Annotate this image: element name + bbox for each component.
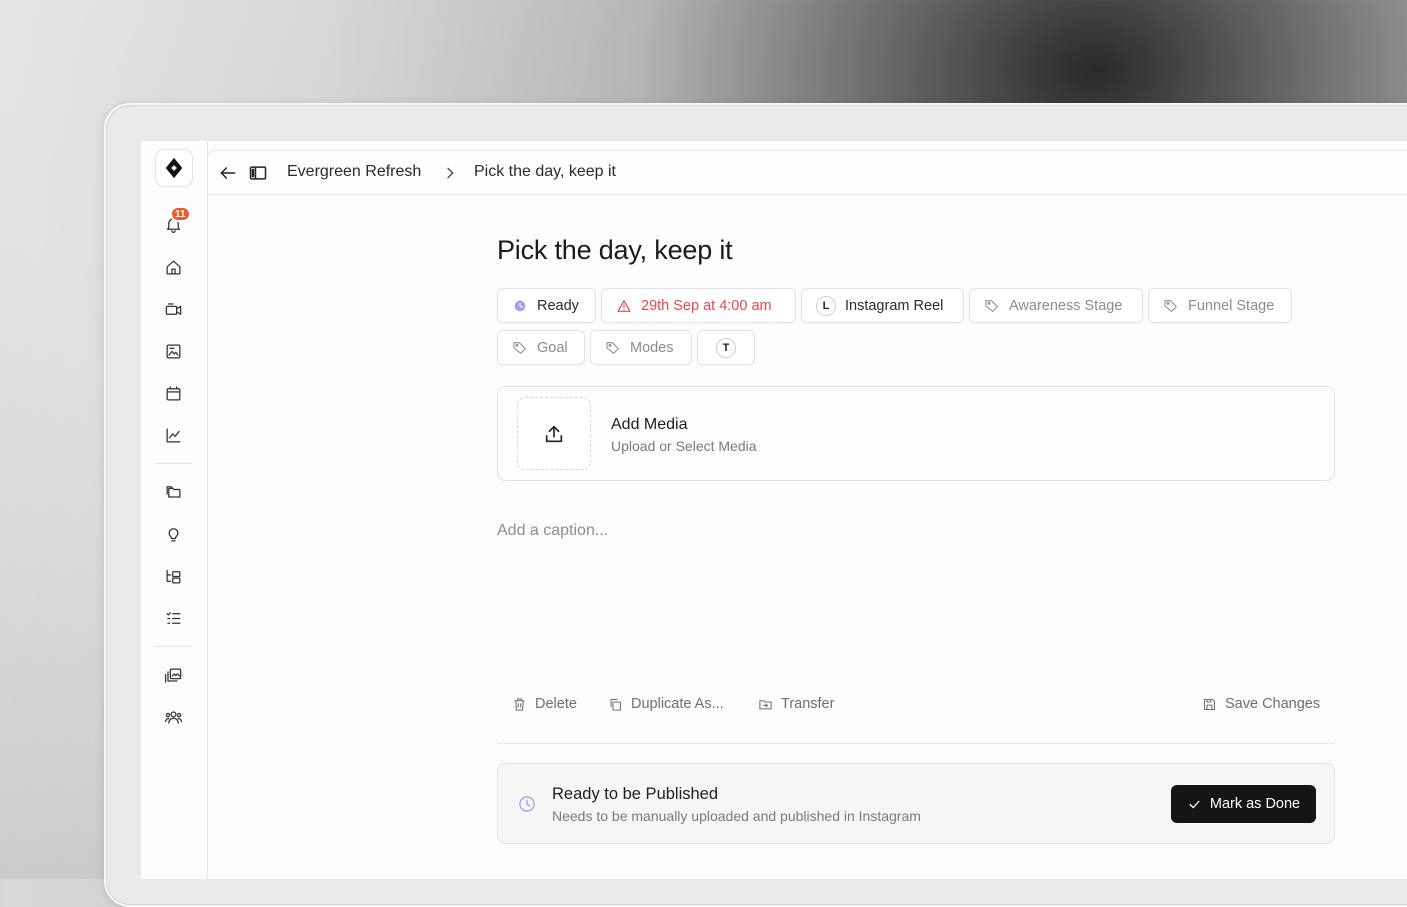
mark-as-done-button[interactable]: Mark as Done [1171, 785, 1316, 823]
notification-badge: 11 [170, 206, 191, 222]
status-chip[interactable]: Ready [497, 288, 596, 323]
schedule-chip-label: 29th Sep at 4:00 am [641, 297, 772, 314]
breadcrumb-parent[interactable]: Evergreen Refresh [287, 163, 421, 181]
awareness-stage-chip[interactable]: Awareness Stage [969, 288, 1143, 323]
app-window: 11 Evergreen Refresh Pick the day, keep … [141, 141, 1407, 879]
status-title: Ready to be Published [552, 785, 719, 803]
tag-icon [1164, 299, 1177, 312]
lightbulb-icon[interactable] [161, 522, 185, 546]
tag-icon [513, 341, 526, 354]
clock-icon [519, 796, 535, 812]
save-icon [1203, 698, 1216, 710]
tag-icon [606, 341, 619, 354]
funnel-stage-label: Funnel Stage [1188, 297, 1275, 314]
transfer-label: Transfer [781, 696, 835, 712]
sidebar-divider [155, 463, 192, 464]
sidebar-panel-icon[interactable] [248, 163, 268, 183]
add-media-title: Add Media [611, 416, 688, 433]
platform-chip[interactable]: L Instagram Reel [801, 288, 964, 323]
analytics-icon[interactable] [161, 423, 185, 447]
add-media-subtitle: Upload or Select Media [611, 438, 757, 454]
trash-icon [514, 697, 525, 711]
modes-chip-label: Modes [630, 339, 674, 356]
actions-divider [497, 743, 1335, 744]
extra-chip-avatar: T [716, 337, 736, 358]
warning-icon [617, 299, 631, 312]
funnel-stage-chip[interactable]: Funnel Stage [1148, 288, 1292, 323]
upload-button[interactable] [517, 397, 591, 470]
home-icon[interactable] [161, 255, 185, 279]
extra-chip[interactable]: T [697, 330, 755, 365]
breadcrumb-bar: Evergreen Refresh Pick the day, keep it [207, 150, 1407, 195]
team-icon[interactable] [161, 705, 185, 729]
add-media-card[interactable]: Add Media Upload or Select Media [497, 386, 1335, 481]
modes-chip[interactable]: Modes [590, 330, 692, 365]
save-changes-label: Save Changes [1225, 696, 1321, 712]
logo-button[interactable] [155, 149, 193, 187]
calendar-icon[interactable] [161, 381, 185, 405]
mark-as-done-label: Mark as Done [1209, 796, 1301, 812]
delete-label: Delete [535, 696, 577, 712]
tag-icon [985, 299, 998, 312]
goal-chip[interactable]: Goal [497, 330, 585, 365]
gallery-icon[interactable] [161, 663, 185, 687]
sidebar-divider [155, 646, 192, 647]
platform-chip-label: Instagram Reel [845, 297, 944, 314]
transfer-button[interactable]: Transfer [758, 696, 834, 712]
logo-icon [165, 157, 183, 179]
chevron-right-icon [447, 167, 454, 179]
arrow-left-icon[interactable] [218, 163, 238, 183]
awareness-stage-label: Awareness Stage [1009, 297, 1123, 314]
copy-icon [610, 698, 622, 711]
duplicate-label: Duplicate As... [631, 696, 724, 712]
status-chip-label: Ready [537, 297, 579, 314]
schedule-chip[interactable]: 29th Sep at 4:00 am [601, 288, 796, 323]
goal-chip-label: Goal [537, 339, 568, 356]
status-subtitle: Needs to be manually uploaded and publis… [552, 808, 921, 824]
check-icon [1189, 800, 1200, 808]
save-changes-button[interactable]: Save Changes [1202, 696, 1320, 712]
sidebar: 11 [141, 141, 208, 879]
breadcrumb-current: Pick the day, keep it [474, 163, 616, 180]
clock-icon [514, 300, 526, 311]
caption-input[interactable]: Add a caption... [497, 522, 608, 540]
hierarchy-icon[interactable] [161, 564, 185, 588]
delete-button[interactable]: Delete [512, 696, 577, 712]
video-icon[interactable] [161, 297, 185, 321]
publish-status-card: Ready to be Published Needs to be manual… [497, 763, 1335, 844]
folders-icon[interactable] [161, 479, 185, 503]
duplicate-button[interactable]: Duplicate As... [608, 696, 724, 712]
page-title[interactable]: Pick the day, keep it [497, 235, 733, 266]
platform-avatar: L [816, 295, 836, 316]
folder-transfer-icon [759, 699, 772, 709]
upload-icon [545, 425, 563, 442]
checklist-icon[interactable] [161, 606, 185, 630]
image-icon[interactable] [161, 339, 185, 363]
